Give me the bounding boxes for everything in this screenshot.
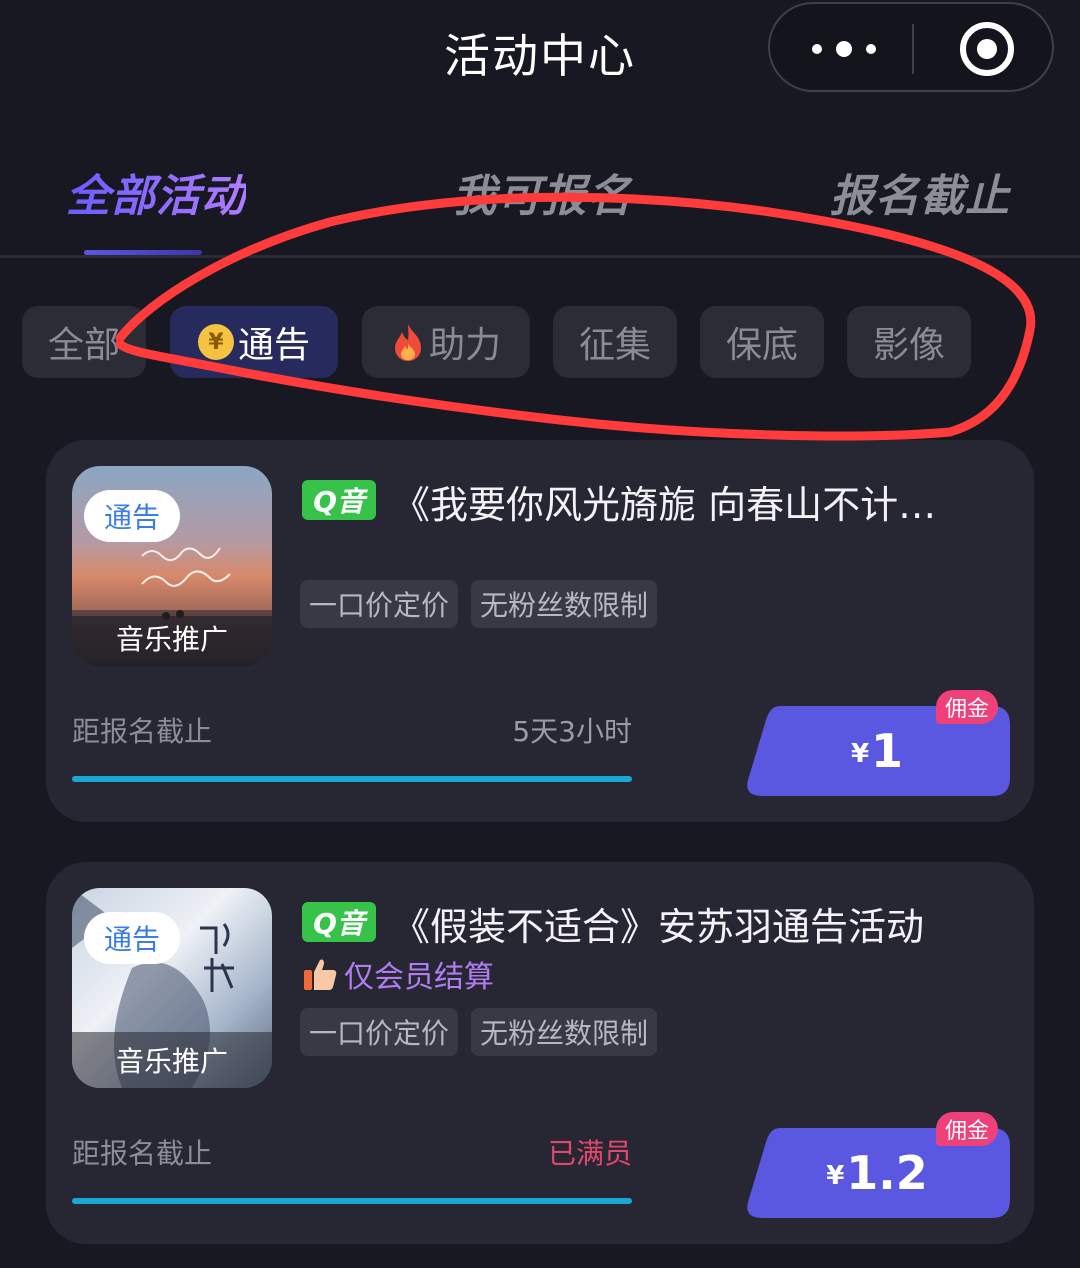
tag-fixed-price: 一口价定价 <box>300 1008 458 1056</box>
flame-icon <box>394 324 421 361</box>
deadline-progress <box>72 776 632 782</box>
more-dots-icon[interactable] <box>812 41 882 57</box>
main-tabs: 全部活动 我可报名 报名截止 <box>0 140 1080 258</box>
cover-caption: 音乐推广 <box>72 1032 272 1088</box>
progress-fill <box>72 1198 632 1204</box>
qq-music-icon: Q音 <box>302 902 376 942</box>
tag-no-follower-limit: 无粉丝数限制 <box>471 1008 657 1056</box>
filter-chip-video[interactable]: 影像 <box>847 306 971 378</box>
filter-chip-label: 全部 <box>47 325 120 366</box>
coin-yen-icon: ¥ <box>197 324 234 360</box>
tag-fixed-price: 一口价定价 <box>300 580 458 628</box>
tag-no-follower-limit: 无粉丝数限制 <box>471 580 657 628</box>
member-only-text: 仅会员结算 <box>344 960 494 995</box>
activity-cover-image: 通告 音乐推广 <box>72 466 272 666</box>
qq-music-icon: Q音 <box>302 480 376 520</box>
price-button[interactable]: ¥ 1.2 佣金 <box>744 1112 1010 1218</box>
cover-caption: 音乐推广 <box>72 610 272 666</box>
tabs-divider <box>0 255 1080 258</box>
filter-chip-collection[interactable]: 征集 <box>553 306 677 378</box>
deadline-label: 距报名截止 <box>72 715 213 748</box>
target-close-icon[interactable] <box>960 22 1014 76</box>
price-value: 1.2 <box>846 1146 928 1200</box>
price-button[interactable]: ¥ 1 佣金 <box>744 690 1010 796</box>
currency-symbol: ¥ <box>826 1161 845 1191</box>
filter-chip-label: 影像 <box>872 325 945 366</box>
deadline-progress <box>72 1198 632 1204</box>
mini-program-capsule <box>768 2 1054 92</box>
cover-type-badge: 通告 <box>84 490 180 542</box>
cover-type-badge: 通告 <box>84 912 180 964</box>
filter-chip-label: 助力 <box>428 325 501 366</box>
price-value: 1 <box>871 724 904 778</box>
deadline-label: 距报名截止 <box>72 1137 213 1170</box>
filter-chip-all[interactable]: 全部 <box>22 306 146 378</box>
tab-can-apply[interactable]: 我可报名 <box>452 160 632 224</box>
commission-badge: 佣金 <box>936 1112 998 1146</box>
thumbs-up-icon <box>304 959 337 990</box>
tab-registration-closed[interactable]: 报名截止 <box>830 160 1010 224</box>
filter-chip-label: 通告 <box>237 325 310 366</box>
activity-cover-image: 通告 音乐推广 <box>72 888 272 1088</box>
filter-chip-boost[interactable]: 助力 <box>362 306 530 378</box>
filter-chip-notice[interactable]: ¥ 通告 <box>170 306 338 378</box>
filter-chip-guaranteed[interactable]: 保底 <box>700 306 824 378</box>
deadline-value: 5天3小时 <box>512 715 632 748</box>
activity-card[interactable]: 通告 音乐推广 Q音 《我要你风光旖旎 向春山不计… 一口价定价 无粉丝数限制 … <box>46 440 1034 822</box>
filter-chip-label: 征集 <box>578 325 651 366</box>
currency-symbol: ¥ <box>850 739 870 769</box>
filter-chip-label: 保底 <box>725 325 798 366</box>
activity-card[interactable]: 通告 音乐推广 Q音 《假装不适合》安苏羽通告活动 仅会员结算 一口价定价 无粉… <box>46 862 1034 1244</box>
header-bar: 活动中心 <box>0 0 1080 100</box>
commission-badge: 佣金 <box>936 690 998 724</box>
member-only-note: 仅会员结算 <box>302 952 494 996</box>
tab-all-activities[interactable]: 全部活动 <box>66 160 246 224</box>
activity-title: 《假装不适合》安苏羽通告活动 <box>392 905 925 949</box>
capsule-divider <box>912 24 914 74</box>
activity-title: 《我要你风光旖旎 向春山不计… <box>392 483 937 527</box>
progress-fill <box>72 776 632 782</box>
deadline-status-full: 已满员 <box>547 1137 632 1170</box>
